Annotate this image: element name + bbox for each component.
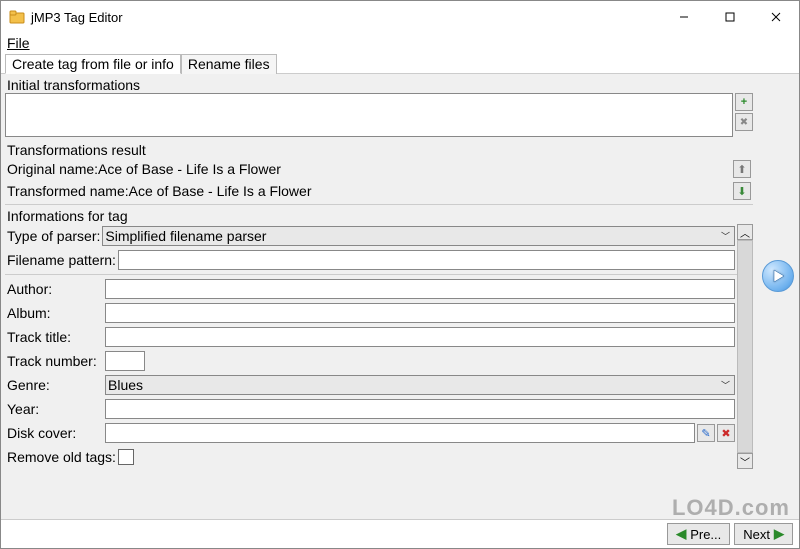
main-column: Initial transformations + ✖ Transformati… <box>1 74 757 519</box>
transform-buttons: + ✖ <box>735 93 753 137</box>
arrow-right-icon: ▶ <box>774 526 784 542</box>
menu-file[interactable]: File <box>1 33 799 53</box>
initial-transformations-label: Initial transformations <box>5 76 753 93</box>
transformed-name-label: Transformed name: <box>7 183 129 199</box>
track-title-input[interactable] <box>105 327 735 347</box>
remove-transform-button[interactable]: ✖ <box>735 113 753 131</box>
play-button[interactable] <box>762 260 794 292</box>
disk-cover-input[interactable] <box>105 423 695 443</box>
next-button[interactable]: Next ▶ <box>734 523 793 545</box>
track-number-label: Track number: <box>7 353 103 369</box>
right-column <box>757 74 799 519</box>
arrow-left-icon: ◀ <box>676 526 686 542</box>
parser-label: Type of parser: <box>7 228 100 244</box>
scroll-up-button[interactable]: ︿ <box>737 224 753 240</box>
chevron-down-icon: ﹀ <box>721 230 730 243</box>
app-icon <box>9 9 25 25</box>
year-input[interactable] <box>105 399 735 419</box>
edit-cover-button[interactable]: ✎ <box>697 424 715 442</box>
prev-button-label: Pre... <box>690 527 721 542</box>
parser-select[interactable]: Simplified filename parser ﹀ <box>102 226 735 246</box>
year-row: Year: <box>5 397 737 421</box>
pattern-label: Filename pattern: <box>7 252 116 268</box>
close-button[interactable] <box>753 1 799 33</box>
bottom-bar: ◀ Pre... Next ▶ <box>1 519 799 548</box>
album-input[interactable] <box>105 303 735 323</box>
window-buttons <box>661 1 799 33</box>
track-number-row: Track number: <box>5 349 737 373</box>
parser-value: Simplified filename parser <box>105 228 266 244</box>
original-name-row: Original name: Ace of Base - Life Is a F… <box>5 158 753 180</box>
genre-select[interactable]: Blues ﹀ <box>105 375 735 395</box>
year-label: Year: <box>7 401 103 417</box>
app-window: jMP3 Tag Editor File Create tag from fil… <box>0 0 800 549</box>
transformations-result-label: Transformations result <box>5 141 753 158</box>
transformed-name-value: Ace of Base - Life Is a Flower <box>129 183 312 199</box>
content-area: Initial transformations + ✖ Transformati… <box>1 74 799 519</box>
remove-old-tags-row: Remove old tags: <box>5 445 737 469</box>
album-label: Album: <box>7 305 103 321</box>
informations-for-tag-label: Informations for tag <box>5 207 753 224</box>
next-button-label: Next <box>743 527 770 542</box>
author-label: Author: <box>7 281 103 297</box>
next-file-button[interactable]: ⬇ <box>733 182 751 200</box>
titlebar: jMP3 Tag Editor <box>1 1 799 33</box>
initial-transformations-row: + ✖ <box>5 93 753 137</box>
genre-row: Genre: Blues ﹀ <box>5 373 737 397</box>
original-name-label: Original name: <box>7 161 98 177</box>
disk-cover-row: Disk cover: ✎ ✖ <box>5 421 737 445</box>
original-name-value: Ace of Base - Life Is a Flower <box>98 161 281 177</box>
chevron-down-icon: ﹀ <box>721 379 730 392</box>
tag-fields: Type of parser: Simplified filename pars… <box>5 224 753 469</box>
disk-cover-label: Disk cover: <box>7 425 103 441</box>
remove-old-tags-checkbox[interactable] <box>118 449 134 465</box>
minimize-button[interactable] <box>661 1 707 33</box>
transformed-name-row: Transformed name: Ace of Base - Life Is … <box>5 180 753 202</box>
tab-rename-files[interactable]: Rename files <box>181 54 277 74</box>
track-title-label: Track title: <box>7 329 103 345</box>
genre-label: Genre: <box>7 377 103 393</box>
album-row: Album: <box>5 301 737 325</box>
genre-value: Blues <box>108 377 143 393</box>
maximize-button[interactable] <box>707 1 753 33</box>
pattern-row: Filename pattern: <box>5 248 737 272</box>
scroll-track[interactable] <box>737 240 753 453</box>
author-row: Author: <box>5 277 737 301</box>
track-number-input[interactable] <box>105 351 145 371</box>
track-title-row: Track title: <box>5 325 737 349</box>
scroll-down-button[interactable]: ﹀ <box>737 453 753 469</box>
window-title: jMP3 Tag Editor <box>31 10 123 25</box>
delete-cover-button[interactable]: ✖ <box>717 424 735 442</box>
tab-bar: Create tag from file or info Rename file… <box>1 53 799 74</box>
tag-fields-scrollbar: ︿ ﹀ <box>737 224 753 469</box>
parser-row: Type of parser: Simplified filename pars… <box>5 224 737 248</box>
remove-old-tags-label: Remove old tags: <box>7 449 116 465</box>
author-input[interactable] <box>105 279 735 299</box>
tab-create-tag[interactable]: Create tag from file or info <box>5 54 181 74</box>
prev-file-button[interactable]: ⬆ <box>733 160 751 178</box>
prev-button[interactable]: ◀ Pre... <box>667 523 730 545</box>
tag-fields-left: Type of parser: Simplified filename pars… <box>5 224 737 469</box>
add-transform-button[interactable]: + <box>735 93 753 111</box>
pattern-input[interactable] <box>118 250 735 270</box>
initial-transformations-input[interactable] <box>5 93 733 137</box>
